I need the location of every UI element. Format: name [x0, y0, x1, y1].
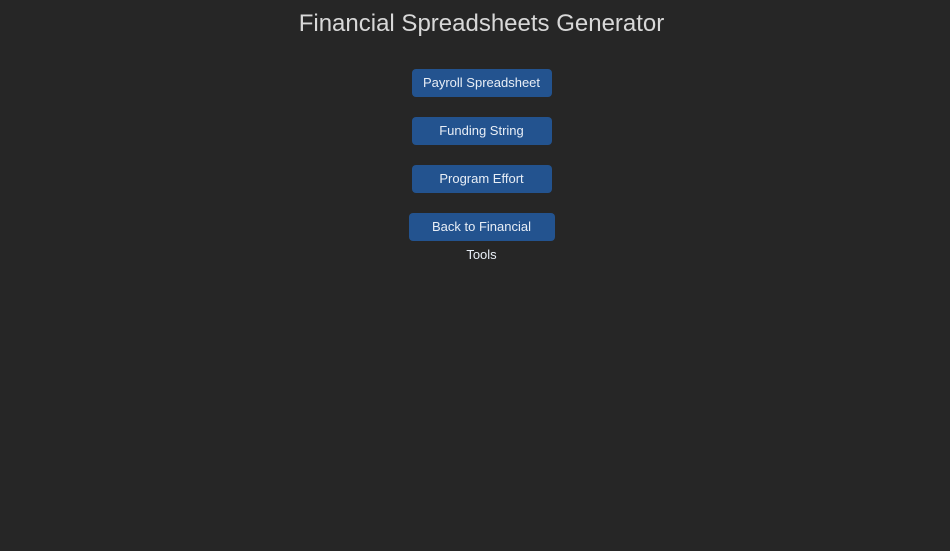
program-effort-button[interactable]: Program Effort [411, 165, 552, 193]
back-to-financial-tools-button[interactable]: Back to Financial Tools [408, 213, 555, 262]
button-group: Payroll Spreadsheet Funding String Progr… [0, 69, 950, 262]
page: Financial Spreadsheets Generator Payroll… [0, 0, 950, 551]
funding-string-button[interactable]: Funding String [411, 117, 552, 145]
payroll-spreadsheet-button[interactable]: Payroll Spreadsheet [411, 69, 552, 97]
page-title: Financial Spreadsheets Generator [298, 10, 665, 37]
